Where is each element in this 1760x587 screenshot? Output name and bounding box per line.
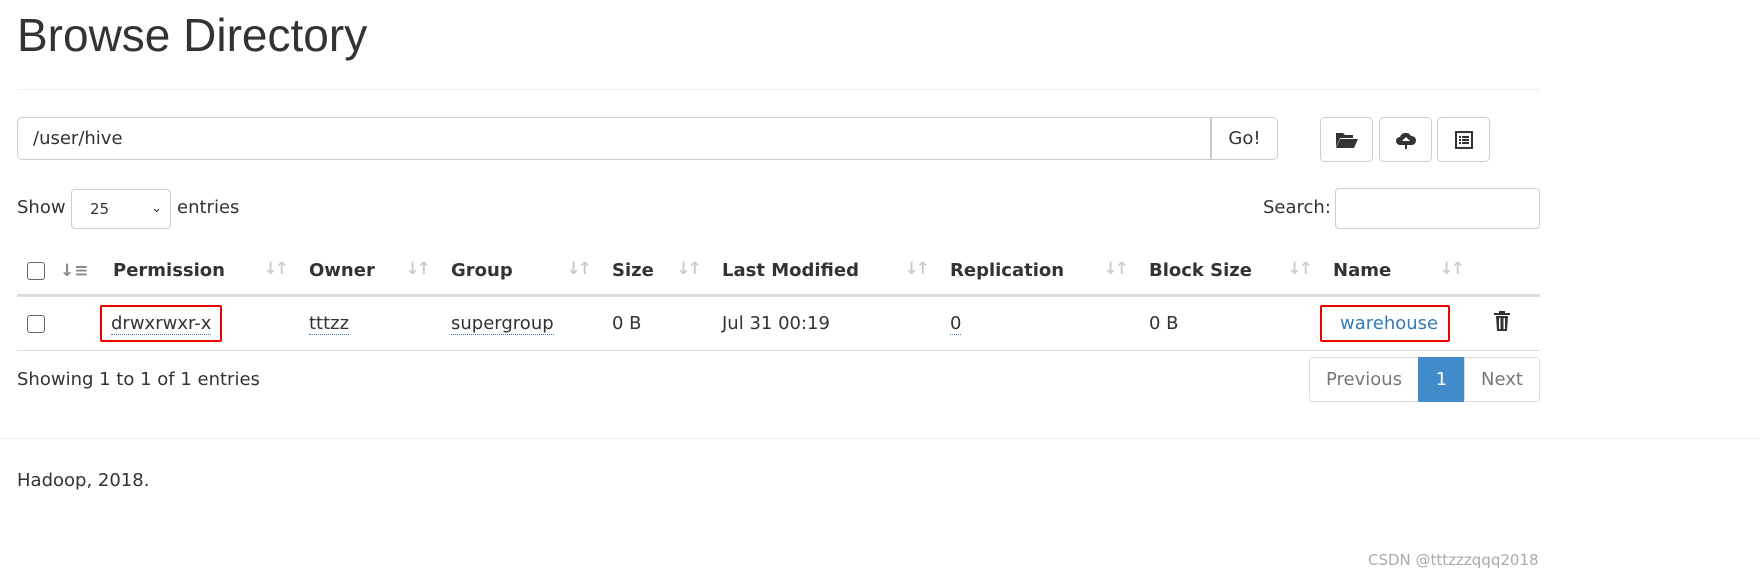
cloud-upload-icon <box>1395 132 1416 149</box>
last-modified-value: Jul 31 00:19 <box>709 295 937 351</box>
cut-paste-button[interactable] <box>1437 117 1490 162</box>
page-1-button[interactable]: 1 <box>1418 357 1465 402</box>
next-button[interactable]: Next <box>1464 357 1540 402</box>
permission-highlight: drwxrwxr-x <box>100 305 223 342</box>
permission-link[interactable]: drwxrwxr-x <box>111 313 212 335</box>
list-icon <box>1454 130 1473 149</box>
table-info: Showing 1 to 1 of 1 entries <box>17 369 260 390</box>
search-input[interactable] <box>1335 188 1540 229</box>
sort-icon[interactable]: ↓↑ <box>1104 259 1129 279</box>
name-highlight: warehouse <box>1320 305 1451 342</box>
size-value: 0 B <box>599 295 709 351</box>
sort-icon[interactable]: ↓↑ <box>567 259 592 279</box>
replication-value[interactable]: 0 <box>950 313 962 335</box>
entries-value: 25 <box>90 200 110 218</box>
table-header: ↓≡ Permission ↓↑ Owner ↓↑ Group ↓↑ Size ↓↑ L… <box>17 246 1540 297</box>
select-all-checkbox-cell[interactable] <box>17 246 60 297</box>
upload-button[interactable] <box>1379 117 1432 162</box>
header-block-size[interactable]: Block Size ↓↑ <box>1136 246 1320 297</box>
header-permission[interactable]: Permission ↓↑ <box>100 246 296 297</box>
sort-icon[interactable]: ↓↑ <box>677 259 702 279</box>
group-value[interactable]: supergroup <box>451 313 554 335</box>
path-input[interactable]: /user/hive <box>17 117 1211 160</box>
header-name[interactable]: Name ↓↑ <box>1320 246 1472 297</box>
sort-icon[interactable]: ↓↑ <box>264 259 289 279</box>
name-link[interactable]: warehouse <box>1340 313 1438 334</box>
header-size[interactable]: Size ↓↑ <box>599 246 709 297</box>
show-label: Show <box>17 197 66 218</box>
sort-amount-down-icon[interactable]: ↓≡ <box>60 261 89 281</box>
go-button[interactable]: Go! <box>1211 117 1278 160</box>
sort-column[interactable]: ↓≡ <box>60 246 100 297</box>
sort-icon[interactable]: ↓↑ <box>1440 259 1465 279</box>
create-directory-button[interactable] <box>1320 117 1373 162</box>
chevron-down-icon: ⌄ <box>151 201 162 216</box>
search-label: Search: <box>1263 197 1331 218</box>
table-row: drwxrwxr-x tttzz supergroup 0 B Jul 31 0… <box>17 295 1540 351</box>
divider <box>17 89 1540 90</box>
footer: Hadoop, 2018. <box>17 470 150 491</box>
header-owner[interactable]: Owner ↓↑ <box>296 246 438 297</box>
divider <box>0 438 1760 439</box>
sort-icon[interactable]: ↓↑ <box>905 259 930 279</box>
page-title: Browse Directory <box>17 9 368 61</box>
file-table: ↓≡ Permission ↓↑ Owner ↓↑ Group ↓↑ Size ↓↑ L… <box>17 246 1540 351</box>
entries-select[interactable]: 25 ⌄ <box>71 189 171 229</box>
header-replication[interactable]: Replication ↓↑ <box>937 246 1136 297</box>
header-last-modified[interactable]: Last Modified ↓↑ <box>709 246 937 297</box>
folder-open-icon <box>1335 132 1358 148</box>
block-size-value: 0 B <box>1136 295 1320 351</box>
row-checkbox[interactable] <box>27 315 45 333</box>
sort-icon[interactable]: ↓↑ <box>406 259 431 279</box>
previous-button[interactable]: Previous <box>1309 357 1419 402</box>
header-group[interactable]: Group ↓↑ <box>438 246 599 297</box>
trash-icon[interactable] <box>1494 311 1510 331</box>
select-all-checkbox[interactable] <box>27 261 45 280</box>
entries-label: entries <box>177 197 240 218</box>
owner-value[interactable]: tttzz <box>309 313 350 335</box>
sort-icon[interactable]: ↓↑ <box>1288 259 1313 279</box>
watermark: CSDN @tttzzzqqq2018 <box>1368 551 1539 569</box>
header-actions <box>1472 246 1540 297</box>
